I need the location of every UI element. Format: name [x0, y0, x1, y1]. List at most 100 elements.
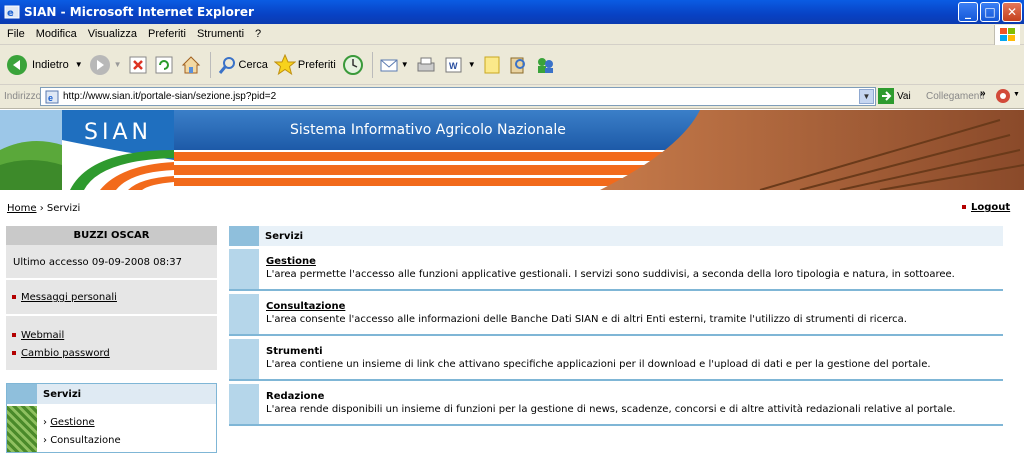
svg-text:e: e: [48, 93, 53, 103]
banner-title: Sistema Informativo Agricolo Nazionale: [290, 122, 566, 138]
minimize-button[interactable]: _: [958, 2, 978, 22]
menu-modifica[interactable]: Modifica: [36, 28, 77, 40]
logout-label: Logout: [971, 202, 1011, 213]
chevron-down-icon[interactable]: ▼: [75, 60, 83, 69]
breadcrumb-current: Servizi: [46, 203, 81, 214]
service-title-gestione[interactable]: Gestione: [266, 255, 955, 268]
chevron-down-icon[interactable]: ▼: [401, 60, 409, 69]
user-panel: BUZZI OSCAR Ultimo accesso 09-09-2008 08…: [6, 226, 217, 370]
service-title-redazione: Redazione: [266, 391, 325, 402]
service-desc: L'area permette l'accesso alle funzioni …: [266, 269, 955, 280]
chevron-down-icon[interactable]: ▼: [114, 60, 122, 69]
menu-preferiti[interactable]: Preferiti: [148, 28, 186, 40]
services-list: Servizi Gestione L'area permette l'access…: [229, 226, 1003, 426]
edit-button[interactable]: W ▼: [443, 55, 476, 75]
service-row: Strumenti L'area contiene un insieme di l…: [229, 339, 1003, 381]
services-header: Servizi: [229, 226, 1003, 246]
back-button[interactable]: Indietro ▼: [6, 54, 83, 76]
bullet-icon: [12, 295, 16, 299]
refresh-button[interactable]: [154, 55, 174, 75]
forward-arrow-icon: [89, 54, 110, 75]
bullet-icon: [12, 351, 16, 355]
svg-text:W: W: [449, 61, 458, 71]
address-bar: Indirizzo e http://www.sian.it/portale-s…: [0, 85, 1024, 109]
menu-strumenti[interactable]: Strumenti: [197, 28, 244, 40]
page-content: Home › Servizi Logout BUZZI OSCAR Ultimo…: [0, 192, 1024, 453]
favorites-label: Preferiti: [297, 58, 336, 71]
service-row: Redazione L'area rende disponibili un ins…: [229, 384, 1003, 426]
side-service-label: Consultazione: [50, 435, 121, 446]
menu-visualizza[interactable]: Visualizza: [88, 28, 137, 40]
favorites-button[interactable]: Preferiti: [273, 53, 336, 76]
windows-logo-icon: [994, 25, 1020, 45]
links-label[interactable]: Collegamenti: [926, 91, 984, 102]
webmail-label: Webmail: [21, 330, 65, 341]
last-access: Ultimo accesso 09-09-2008 08:37: [13, 257, 182, 268]
forward-button[interactable]: ▼: [89, 54, 122, 76]
side-services-box: Servizi › Gestione › Consultazione: [6, 383, 217, 453]
service-desc: L'area consente l'accesso alle informazi…: [266, 314, 907, 325]
change-password-label: Cambio password: [21, 348, 110, 359]
change-password-link[interactable]: Cambio password: [12, 348, 110, 359]
print-button[interactable]: [415, 55, 437, 75]
history-button[interactable]: [342, 54, 364, 76]
printer-icon: [417, 57, 435, 71]
window-titlebar: e SIAN - Microsoft Internet Explorer _ □…: [0, 0, 1024, 24]
breadcrumb-home-link[interactable]: Home: [7, 203, 37, 214]
refresh-icon: [155, 56, 173, 73]
history-icon: [342, 54, 363, 75]
service-row: Gestione L'area permette l'accesso alle f…: [229, 249, 1003, 291]
service-row: Consultazione L'area consente l'accesso a…: [229, 294, 1003, 336]
field-thumbnail-icon: [7, 406, 37, 452]
services-title: Servizi: [265, 230, 304, 242]
messages-link[interactable]: Messaggi personali: [12, 292, 117, 303]
star-icon: [273, 53, 296, 75]
side-service-gestione[interactable]: › Gestione: [43, 417, 95, 428]
side-services-title: Servizi: [43, 388, 82, 400]
webmail-link[interactable]: Webmail: [12, 330, 64, 341]
back-arrow-icon: [7, 54, 27, 75]
chevron-down-icon[interactable]: ▼: [1013, 91, 1020, 98]
user-name: BUZZI OSCAR: [6, 226, 217, 245]
messenger-button[interactable]: [534, 55, 556, 75]
window-title: SIAN - Microsoft Internet Explorer: [24, 5, 254, 19]
breadcrumb: Home › Servizi: [7, 203, 80, 214]
home-button[interactable]: [180, 54, 202, 76]
banner-logo-text: SIAN: [84, 120, 152, 145]
chevron-right-icon[interactable]: »: [980, 88, 986, 99]
notes-button[interactable]: [482, 55, 502, 75]
bullet-icon: [12, 333, 16, 337]
extension-icon[interactable]: [995, 88, 1011, 104]
browser-toolbar: Indietro ▼ ▼ Cerca Preferiti ▼ W ▼: [0, 45, 1024, 85]
mail-button[interactable]: ▼: [379, 55, 409, 75]
chevron-down-icon[interactable]: ▼: [468, 60, 476, 69]
menu-bar: File Modifica Visualizza Preferiti Strum…: [0, 24, 1024, 45]
service-title-consultazione[interactable]: Consultazione: [266, 300, 907, 313]
research-icon: [510, 57, 525, 73]
address-input[interactable]: e http://www.sian.it/portale-sian/sezion…: [40, 87, 876, 106]
logout-link[interactable]: Logout: [962, 202, 1010, 213]
stop-button[interactable]: [128, 55, 148, 75]
side-services-header: Servizi: [7, 384, 216, 404]
maximize-button[interactable]: □: [980, 2, 1000, 22]
sian-banner: SIAN Sistema Informativo Agricolo Nazion…: [0, 110, 1024, 190]
mail-icon: [380, 59, 398, 71]
search-button[interactable]: Cerca: [217, 55, 268, 75]
service-title-strumenti: Strumenti: [266, 346, 323, 357]
menu-help[interactable]: ?: [255, 28, 261, 40]
ie-icon: e: [4, 5, 20, 19]
word-icon: W: [445, 57, 462, 72]
note-icon: [484, 56, 500, 73]
back-label: Indietro: [32, 58, 69, 71]
go-button[interactable]: Vai: [878, 88, 911, 104]
svg-text:e: e: [7, 8, 14, 19]
messages-label: Messaggi personali: [21, 292, 117, 303]
page-icon: e: [45, 90, 59, 103]
search-label: Cerca: [238, 58, 268, 71]
chevron-down-icon[interactable]: ▼: [859, 89, 874, 104]
close-button[interactable]: ✕: [1002, 2, 1022, 22]
research-button[interactable]: [508, 55, 528, 75]
service-desc: L'area rende disponibili un insieme di f…: [266, 404, 956, 415]
menu-file[interactable]: File: [7, 28, 25, 40]
side-service-consultazione[interactable]: › Consultazione: [43, 435, 121, 446]
